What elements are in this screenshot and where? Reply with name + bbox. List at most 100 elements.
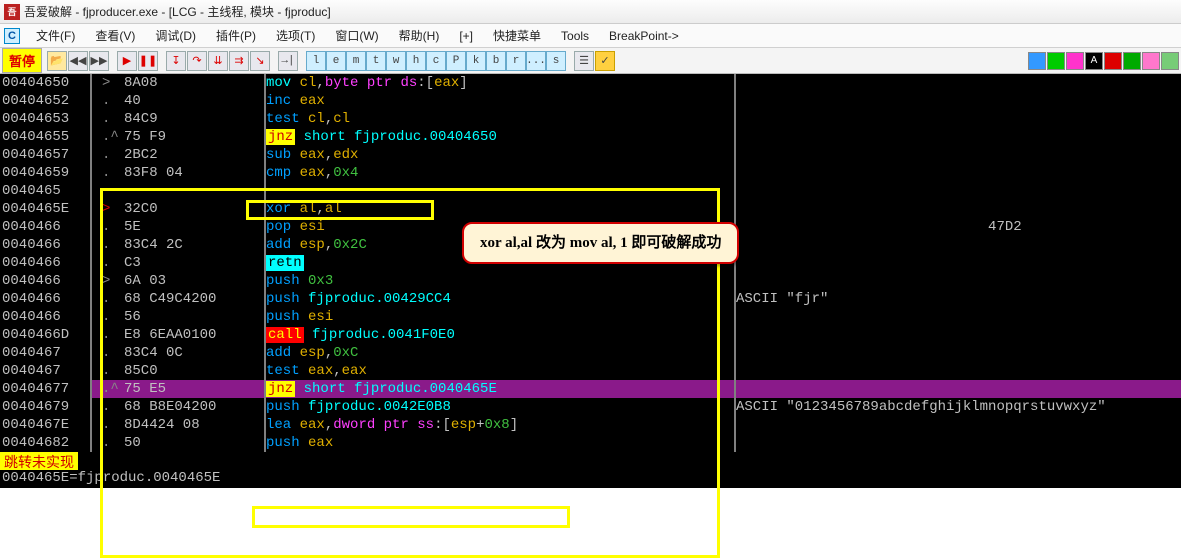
menu-window[interactable]: 窗口(W) [325, 24, 388, 47]
letter-w-button[interactable]: w [386, 51, 406, 71]
letter-c-button[interactable]: c [426, 51, 446, 71]
marker: .^ [102, 128, 124, 146]
instruction: jnz short fjproduc.00404650 [264, 128, 734, 146]
menu-view[interactable]: 查看(V) [85, 24, 145, 47]
disasm-row[interactable]: 0040466D . E8 6EAA0100call fjproduc.0041… [0, 326, 1181, 344]
disassembly-pane[interactable]: xor al,al 改为 mov al, 1 即可破解成功 00404650 >… [0, 74, 1181, 452]
disasm-row[interactable]: 00404652 . 40inc eax [0, 92, 1181, 110]
view-green2-icon[interactable] [1161, 52, 1179, 70]
marker: . [102, 146, 124, 164]
marker: . [102, 236, 124, 254]
marker: . [102, 164, 124, 182]
step-into-button[interactable]: ↧ [166, 51, 186, 71]
letter-r-button[interactable]: r [506, 51, 526, 71]
address: 00404659 [0, 164, 90, 182]
check-button[interactable]: ✓ [595, 51, 615, 71]
letter-m-button[interactable]: m [346, 51, 366, 71]
letter-t-button[interactable]: t [366, 51, 386, 71]
hex-bytes: 6A 03 [124, 272, 264, 290]
instruction: push eax [264, 434, 734, 452]
disasm-row[interactable]: 00404650 > 8A08mov cl,byte ptr ds:[eax] [0, 74, 1181, 92]
comment: 47D2 [734, 218, 1181, 236]
menu-debug[interactable]: 调试(D) [145, 24, 206, 47]
letter-b-button[interactable]: b [486, 51, 506, 71]
disasm-row[interactable]: 00404659 . 83F8 04cmp eax,0x4 [0, 164, 1181, 182]
letter-h-button[interactable]: h [406, 51, 426, 71]
run-till-return-button[interactable]: ↘ [250, 51, 270, 71]
marker: . [102, 398, 124, 416]
run-button[interactable]: ▶ [117, 51, 137, 71]
disasm-row[interactable]: 0040467 . 85C0test eax,eax [0, 362, 1181, 380]
step-trace-over-button[interactable]: ⇉ [229, 51, 249, 71]
hex-bytes: 83C4 2C [124, 236, 264, 254]
comment [734, 128, 1181, 146]
view-red-icon[interactable] [1104, 52, 1122, 70]
hex-bytes: 2BC2 [124, 146, 264, 164]
view-stack-icon[interactable] [1047, 52, 1065, 70]
disasm-row[interactable]: 0040467 . 83C4 0Cadd esp,0xC [0, 344, 1181, 362]
view-target-icon[interactable] [1123, 52, 1141, 70]
menu-c-icon[interactable]: C [4, 28, 20, 44]
disasm-row[interactable]: 0040465 [0, 182, 1181, 200]
address: 0040466 [0, 218, 90, 236]
letter-l-button[interactable]: l [306, 51, 326, 71]
view-pink-icon[interactable] [1142, 52, 1160, 70]
annotation-box-jnz [252, 506, 570, 528]
instruction: xor al,al [264, 200, 734, 218]
disasm-row[interactable]: 00404655 .^75 F9jnz short fjproduc.00404… [0, 128, 1181, 146]
fastforward-button[interactable]: ▶▶ [89, 51, 109, 71]
gutter [90, 182, 102, 200]
view-registers-icon[interactable] [1028, 52, 1046, 70]
marker: > [102, 200, 124, 218]
comment [734, 164, 1181, 182]
letter-k-button[interactable]: k [466, 51, 486, 71]
disasm-row[interactable]: 00404682 . 50push eax [0, 434, 1181, 452]
view-memory-icon[interactable] [1066, 52, 1084, 70]
letter-P-button[interactable]: P [446, 51, 466, 71]
menu-options[interactable]: 选项(T) [266, 24, 325, 47]
menu-tools[interactable]: Tools [551, 26, 599, 46]
list-button[interactable]: ☰ [574, 51, 594, 71]
step-trace-in-button[interactable]: ⇊ [208, 51, 228, 71]
disasm-row[interactable]: 0040466 > 6A 03push 0x3 [0, 272, 1181, 290]
menu-quick[interactable]: 快捷菜单 [483, 24, 551, 47]
disasm-row[interactable]: 00404657 . 2BC2sub eax,edx [0, 146, 1181, 164]
instruction: cmp eax,0x4 [264, 164, 734, 182]
step-over-button[interactable]: ↷ [187, 51, 207, 71]
address: 00404650 [0, 74, 90, 92]
target-address: 0040465E=fjproduc.0040465E [0, 470, 220, 488]
comment [734, 380, 1181, 398]
comment: ASCII "fjr" [734, 290, 1181, 308]
disasm-row[interactable]: 00404679 . 68 B8E04200push fjproduc.0042… [0, 398, 1181, 416]
open-button[interactable]: 📂 [47, 51, 67, 71]
goto-button[interactable]: →| [278, 51, 298, 71]
menu-help[interactable]: 帮助(H) [389, 24, 450, 47]
disasm-row[interactable]: 0040466 . 56push esi [0, 308, 1181, 326]
hex-bytes: 40 [124, 92, 264, 110]
comment [734, 326, 1181, 344]
menu-file[interactable]: 文件(F) [26, 24, 85, 47]
instruction: mov cl,byte ptr ds:[eax] [264, 74, 734, 92]
callout-tooltip: xor al,al 改为 mov al, 1 即可破解成功 [462, 222, 739, 264]
rewind-button[interactable]: ◀◀ [68, 51, 88, 71]
disasm-row[interactable]: 0040467E . 8D4424 08lea eax,dword ptr ss… [0, 416, 1181, 434]
instruction: add esp,0xC [264, 344, 734, 362]
gutter [90, 92, 102, 110]
letter-...-button[interactable]: ... [526, 51, 546, 71]
letter-s-button[interactable]: s [546, 51, 566, 71]
instruction: test eax,eax [264, 362, 734, 380]
disasm-row[interactable]: 00404653 . 84C9test cl,cl [0, 110, 1181, 128]
pause-button[interactable]: ❚❚ [138, 51, 158, 71]
footer2-row: 0040465E=fjproduc.0040465E [0, 470, 1181, 488]
menu-breakpoint[interactable]: BreakPoint-> [599, 26, 689, 46]
disasm-row[interactable]: 00404677 .^75 E5jnz short fjproduc.00404… [0, 380, 1181, 398]
disasm-row[interactable]: 0040466 . 68 C49C4200push fjproduc.00429… [0, 290, 1181, 308]
disasm-row[interactable]: 0040465E > 32C0xor al,al [0, 200, 1181, 218]
menu-plus[interactable]: [+] [449, 26, 483, 46]
letter-e-button[interactable]: e [326, 51, 346, 71]
view-a-icon[interactable]: A [1085, 52, 1103, 70]
menu-plugins[interactable]: 插件(P) [206, 24, 266, 47]
gutter [90, 272, 102, 290]
status-pause: 暂停 [2, 48, 42, 73]
gutter [90, 344, 102, 362]
